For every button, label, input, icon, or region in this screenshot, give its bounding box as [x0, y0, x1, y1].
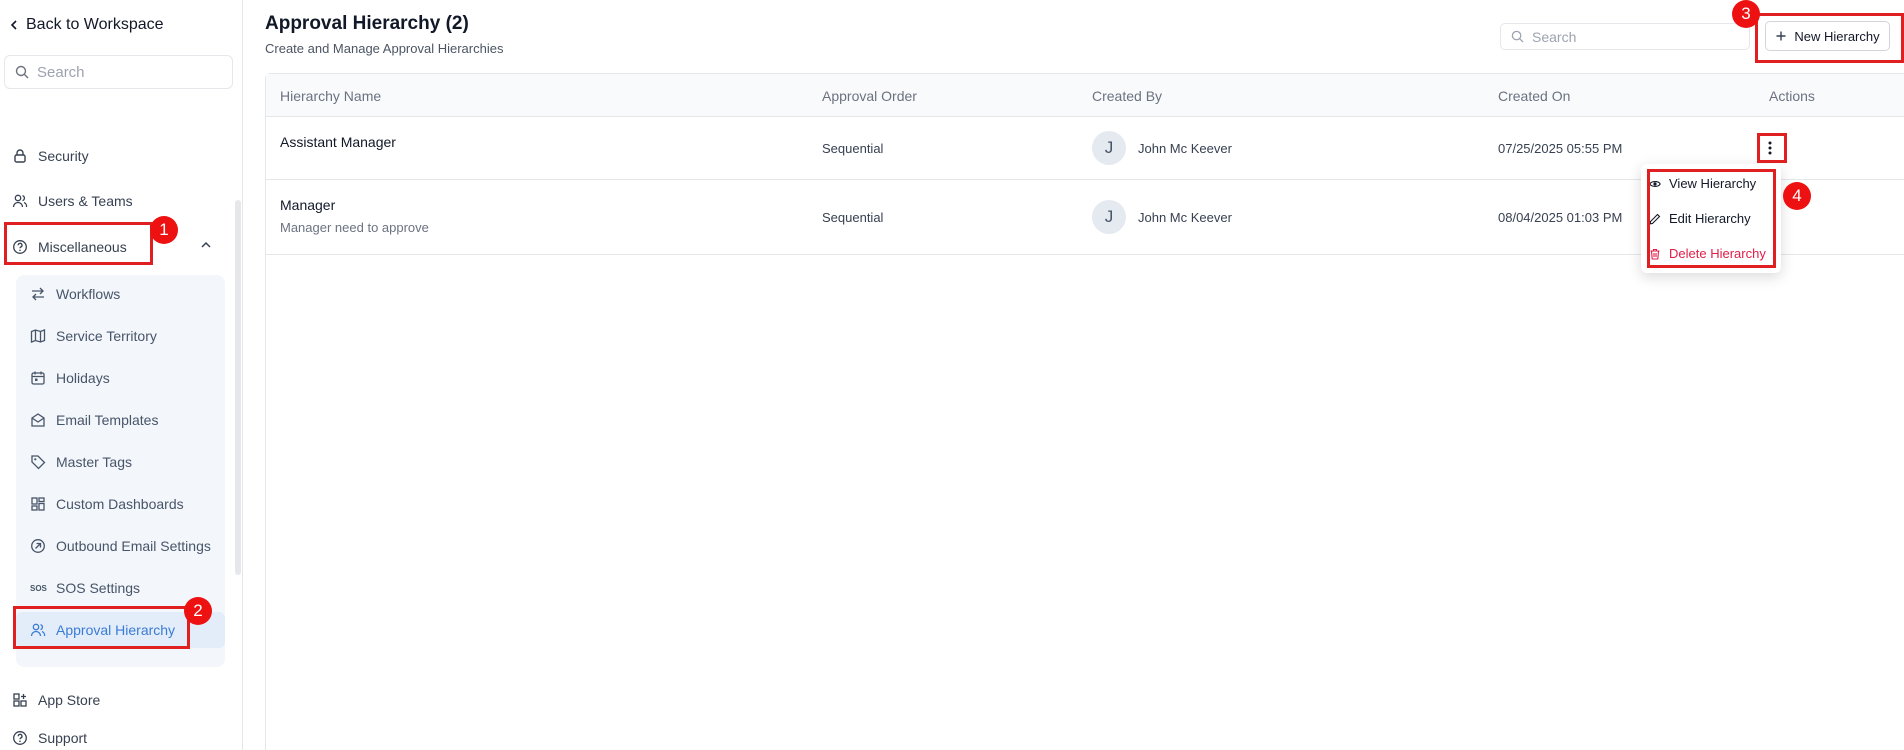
sidebar-item-label: Users & Teams	[38, 193, 133, 209]
hierarchy-search[interactable]	[1500, 23, 1750, 50]
app-store-icon	[13, 693, 27, 707]
calendar-icon	[31, 371, 45, 385]
created-on: 08/04/2025 01:03 PM	[1498, 210, 1623, 225]
search-icon	[1511, 30, 1524, 43]
avatar: J	[1092, 200, 1126, 234]
chevron-up-icon[interactable]	[199, 238, 213, 252]
workflow-icon	[32, 287, 44, 301]
eye-icon	[1649, 180, 1661, 187]
created-by: John Mc Keever	[1138, 141, 1232, 156]
edit-hierarchy-option[interactable]: Edit Hierarchy	[1649, 211, 1751, 226]
table-header: Hierarchy Name Approval Order Created By…	[266, 74, 1904, 117]
menu-item-label: Edit Hierarchy	[1669, 211, 1751, 226]
sos-icon: SOS	[30, 583, 47, 593]
column-header-created-by[interactable]: Created By	[1092, 88, 1162, 104]
sidebar-search[interactable]	[4, 55, 233, 89]
sidebar-item-label: Security	[38, 148, 89, 164]
sidebar-item-support[interactable]: Support	[12, 730, 87, 746]
users-icon	[12, 194, 28, 208]
hierarchy-name: Manager	[280, 197, 336, 213]
back-to-workspace-link[interactable]: Back to Workspace	[8, 16, 164, 34]
trash-icon	[1650, 248, 1660, 260]
sidebar-item-service-territory[interactable]: Service Territory	[16, 318, 225, 354]
column-header-created-on[interactable]: Created On	[1498, 88, 1570, 104]
search-icon	[15, 65, 29, 79]
help-circle-icon	[13, 240, 27, 254]
sidebar-item-outbound-email-settings[interactable]: Outbound Email Settings	[16, 528, 225, 564]
tag-icon	[31, 455, 46, 470]
hierarchy-name: Assistant Manager	[280, 134, 396, 150]
delete-hierarchy-option[interactable]: Delete Hierarchy	[1649, 246, 1766, 261]
sidebar-item-label: App Store	[38, 692, 101, 708]
new-hierarchy-button[interactable]: New Hierarchy	[1765, 21, 1890, 51]
back-label: Back to Workspace	[26, 16, 164, 33]
sidebar-search-input[interactable]	[37, 63, 217, 81]
lock-icon	[14, 149, 26, 163]
help-circle-icon	[13, 731, 27, 745]
approval-order: Sequential	[822, 141, 884, 156]
view-hierarchy-option[interactable]: View Hierarchy	[1649, 176, 1756, 191]
mail-icon	[31, 413, 45, 427]
sidebar-item-label: Master Tags	[56, 454, 132, 470]
annotation-badge-4: 4	[1783, 182, 1811, 210]
dashboard-icon	[31, 497, 45, 511]
app-root: Back to Workspace Security Users & Teams…	[0, 0, 1904, 750]
sidebar-item-label: Support	[38, 730, 88, 746]
column-header-name[interactable]: Hierarchy Name	[280, 88, 381, 104]
more-vertical-icon	[1768, 141, 1772, 155]
hierarchy-search-input[interactable]	[1532, 28, 1732, 45]
sidebar-item-label: Miscellaneous	[38, 239, 127, 255]
sidebar-item-holidays[interactable]: Holidays	[16, 360, 225, 396]
sidebar-item-label: SOS Settings	[56, 580, 141, 596]
menu-item-label: Delete Hierarchy	[1669, 246, 1766, 261]
sidebar-item-label: Workflows	[56, 286, 121, 302]
sidebar: Back to Workspace Security Users & Teams…	[0, 0, 243, 750]
sidebar-item-email-templates[interactable]: Email Templates	[16, 402, 225, 438]
users-icon	[30, 623, 46, 637]
page-subtitle: Create and Manage Approval Hierarchies	[265, 41, 504, 56]
outbound-icon	[31, 539, 45, 553]
sidebar-item-label: Custom Dashboards	[56, 496, 184, 512]
sidebar-item-custom-dashboards[interactable]: Custom Dashboards	[16, 486, 225, 522]
sidebar-item-security[interactable]: Security	[12, 148, 89, 164]
avatar: J	[1092, 131, 1126, 165]
row-actions-menu: View Hierarchy Edit Hierarchy Delete Hie…	[1641, 164, 1781, 273]
sidebar-item-master-tags[interactable]: Master Tags	[16, 444, 225, 480]
sidebar-item-label: Email Templates	[56, 412, 159, 428]
sidebar-scrollbar[interactable]	[235, 200, 241, 575]
page-title: Approval Hierarchy (2)	[265, 13, 469, 34]
menu-item-label: View Hierarchy	[1669, 176, 1757, 191]
pencil-icon	[1649, 213, 1661, 224]
map-icon	[30, 329, 46, 343]
column-header-actions: Actions	[1769, 88, 1815, 104]
sidebar-item-miscellaneous[interactable]: Miscellaneous	[12, 239, 127, 255]
sidebar-item-label: Approval Hierarchy	[56, 622, 176, 638]
column-header-order[interactable]: Approval Order	[822, 88, 917, 104]
sidebar-item-label: Holidays	[56, 370, 110, 386]
annotation-badge-2: 2	[184, 597, 212, 625]
annotation-badge-3: 3	[1732, 0, 1760, 28]
sidebar-item-workflows[interactable]: Workflows	[16, 276, 225, 312]
plus-icon	[1776, 31, 1786, 41]
hierarchy-description: Manager need to approve	[280, 220, 429, 235]
sidebar-item-label: Service Territory	[56, 328, 157, 344]
sidebar-item-label: Outbound Email Settings	[56, 538, 211, 554]
sidebar-item-users-teams[interactable]: Users & Teams	[12, 193, 133, 209]
row-actions-button[interactable]	[1759, 136, 1781, 160]
new-hierarchy-label: New Hierarchy	[1794, 28, 1880, 44]
chevron-left-icon	[10, 20, 17, 30]
annotation-badge-1: 1	[150, 216, 178, 244]
approval-order: Sequential	[822, 210, 884, 225]
created-on: 07/25/2025 05:55 PM	[1498, 141, 1623, 156]
created-by: John Mc Keever	[1138, 210, 1232, 225]
sidebar-item-app-store[interactable]: App Store	[12, 692, 100, 708]
